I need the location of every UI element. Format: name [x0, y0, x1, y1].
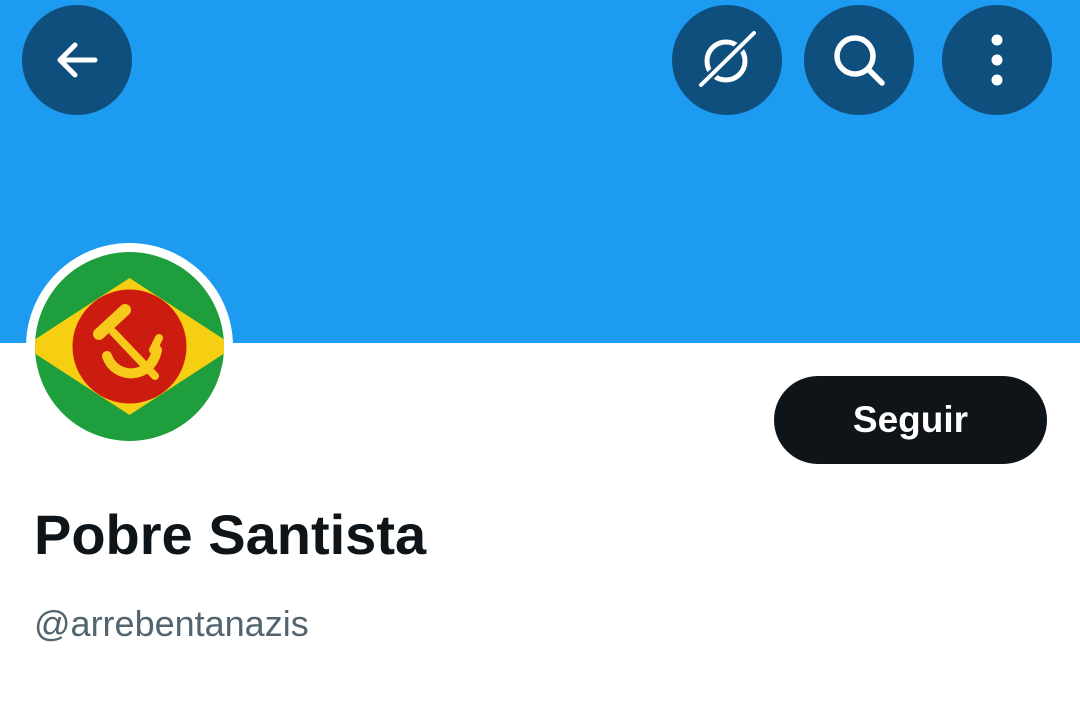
display-name: Pobre Santista: [34, 503, 427, 566]
grok-button[interactable]: [672, 5, 782, 115]
avatar[interactable]: [26, 243, 233, 450]
follow-button[interactable]: Seguir: [774, 376, 1047, 464]
more-button[interactable]: [942, 5, 1052, 115]
handle: @arrebentanazis: [34, 603, 309, 644]
search-button[interactable]: [804, 5, 914, 115]
hammer-sickle-flag-avatar: [35, 252, 224, 441]
more-vertical-icon: [991, 34, 1003, 86]
grok-slash-icon: [696, 28, 759, 90]
arrow-left-icon: [57, 42, 98, 78]
back-button[interactable]: [22, 5, 132, 115]
search-icon: [834, 35, 885, 86]
